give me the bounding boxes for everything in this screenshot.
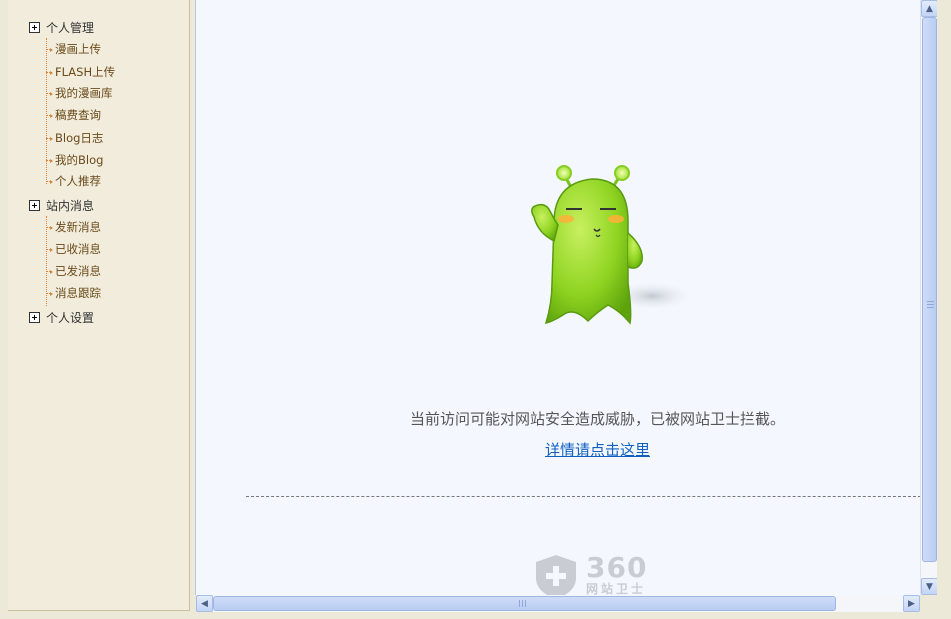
- tree-arrow-icon: [46, 247, 53, 252]
- tree-item-label: Blog日志: [55, 131, 104, 145]
- grip-icon: [927, 301, 934, 308]
- tree-item-label: 发新消息: [55, 220, 101, 234]
- tree-item-flash-upload[interactable]: FLASH上传: [46, 63, 115, 81]
- details-link[interactable]: 详情请点击这里: [196, 439, 920, 460]
- logo-text: 360 网站卫士: [586, 551, 648, 596]
- logo-subtitle: 网站卫士: [586, 582, 647, 595]
- tree-arrow-icon: [46, 47, 53, 52]
- sidebar: 个人管理 漫画上传 FLASH上传 我的漫画库 稿费查询 Blog日志 我的Bl…: [0, 0, 195, 619]
- tree-arrow-icon: [46, 179, 53, 184]
- shield-icon: [536, 555, 576, 595]
- tree-item-sent-messages[interactable]: 已发消息: [46, 262, 101, 280]
- tree-arrow-icon: [46, 136, 53, 141]
- tree-node-label: 个人管理: [46, 20, 95, 35]
- green-alien-mascot-icon: [531, 165, 692, 325]
- tree-item-label: 已发消息: [55, 264, 101, 278]
- expand-plus-icon[interactable]: [29, 199, 40, 211]
- sidebar-tree: 个人管理 漫画上传 FLASH上传 我的漫画库 稿费查询 Blog日志 我的Bl…: [8, 0, 190, 611]
- 360-logo: 360 网站卫士: [534, 554, 647, 595]
- tree-arrow-icon: [46, 70, 53, 75]
- horizontal-scrollbar[interactable]: ◀ ▶: [196, 595, 920, 612]
- tree-node-site-messages[interactable]: 站内消息: [29, 196, 94, 214]
- tree-item-royalty-query[interactable]: 稿费查询: [46, 106, 101, 124]
- tree-item-received-messages[interactable]: 已收消息: [46, 240, 101, 258]
- vertical-scrollbar[interactable]: ▲ ▼: [920, 0, 938, 595]
- tree-node-label: 个人设置: [46, 310, 95, 325]
- tree-node-personal-management[interactable]: 个人管理: [29, 18, 94, 36]
- tree-arrow-icon: [46, 158, 53, 163]
- tree-item-label: 漫画上传: [55, 42, 101, 56]
- expand-plus-icon[interactable]: [29, 21, 40, 33]
- tree-item-blog-log[interactable]: Blog日志: [46, 129, 103, 147]
- scroll-down-arrow-icon[interactable]: ▼: [921, 578, 938, 595]
- scrollbar-corner: [920, 595, 937, 612]
- tree-item-label: 个人推荐: [55, 174, 101, 188]
- tree-item-comic-upload[interactable]: 漫画上传: [46, 40, 101, 58]
- tree-item-new-message[interactable]: 发新消息: [46, 218, 101, 236]
- tree-arrow-icon: [46, 225, 53, 230]
- dashed-divider: [246, 496, 920, 497]
- grip-icon: [519, 600, 527, 607]
- horizontal-scroll-thumb[interactable]: [213, 596, 836, 611]
- tree-item-personal-recommend[interactable]: 个人推荐: [46, 172, 101, 190]
- block-warning-message: 当前访问可能对网站安全造成威胁，已被网站卫士拦截。: [409, 410, 785, 428]
- tree-item-my-comic-library[interactable]: 我的漫画库: [46, 84, 113, 102]
- tree-item-label: FLASH上传: [55, 65, 116, 79]
- vertical-scroll-thumb[interactable]: [922, 17, 937, 562]
- tree-arrow-icon: [46, 91, 53, 96]
- scroll-left-arrow-icon[interactable]: ◀: [196, 595, 213, 612]
- tree-item-label: 消息跟踪: [55, 286, 101, 300]
- scroll-right-arrow-icon[interactable]: ▶: [903, 595, 920, 612]
- tree-item-label: 我的漫画库: [55, 86, 113, 100]
- tree-arrow-icon: [46, 291, 53, 296]
- tree-item-label: 我的Blog: [55, 153, 104, 167]
- expand-plus-icon[interactable]: [29, 311, 40, 323]
- window-frame-bottom: [195, 612, 937, 619]
- tree-node-label: 站内消息: [46, 198, 95, 213]
- window-frame-right: [937, 0, 951, 619]
- tree-arrow-icon: [46, 113, 53, 118]
- logo-number: 360: [586, 551, 648, 584]
- tree-item-label: 稿费查询: [55, 108, 101, 122]
- tree-item-label: 已收消息: [55, 242, 101, 256]
- main-content: 当前访问可能对网站安全造成威胁，已被网站卫士拦截。 详情请点击这里 360 网站…: [195, 0, 920, 595]
- tree-node-personal-settings[interactable]: 个人设置: [29, 308, 94, 326]
- tree-item-my-blog[interactable]: 我的Blog: [46, 151, 103, 169]
- tree-item-message-tracking[interactable]: 消息跟踪: [46, 284, 101, 302]
- scroll-up-arrow-icon[interactable]: ▲: [921, 0, 938, 17]
- tree-arrow-icon: [46, 269, 53, 274]
